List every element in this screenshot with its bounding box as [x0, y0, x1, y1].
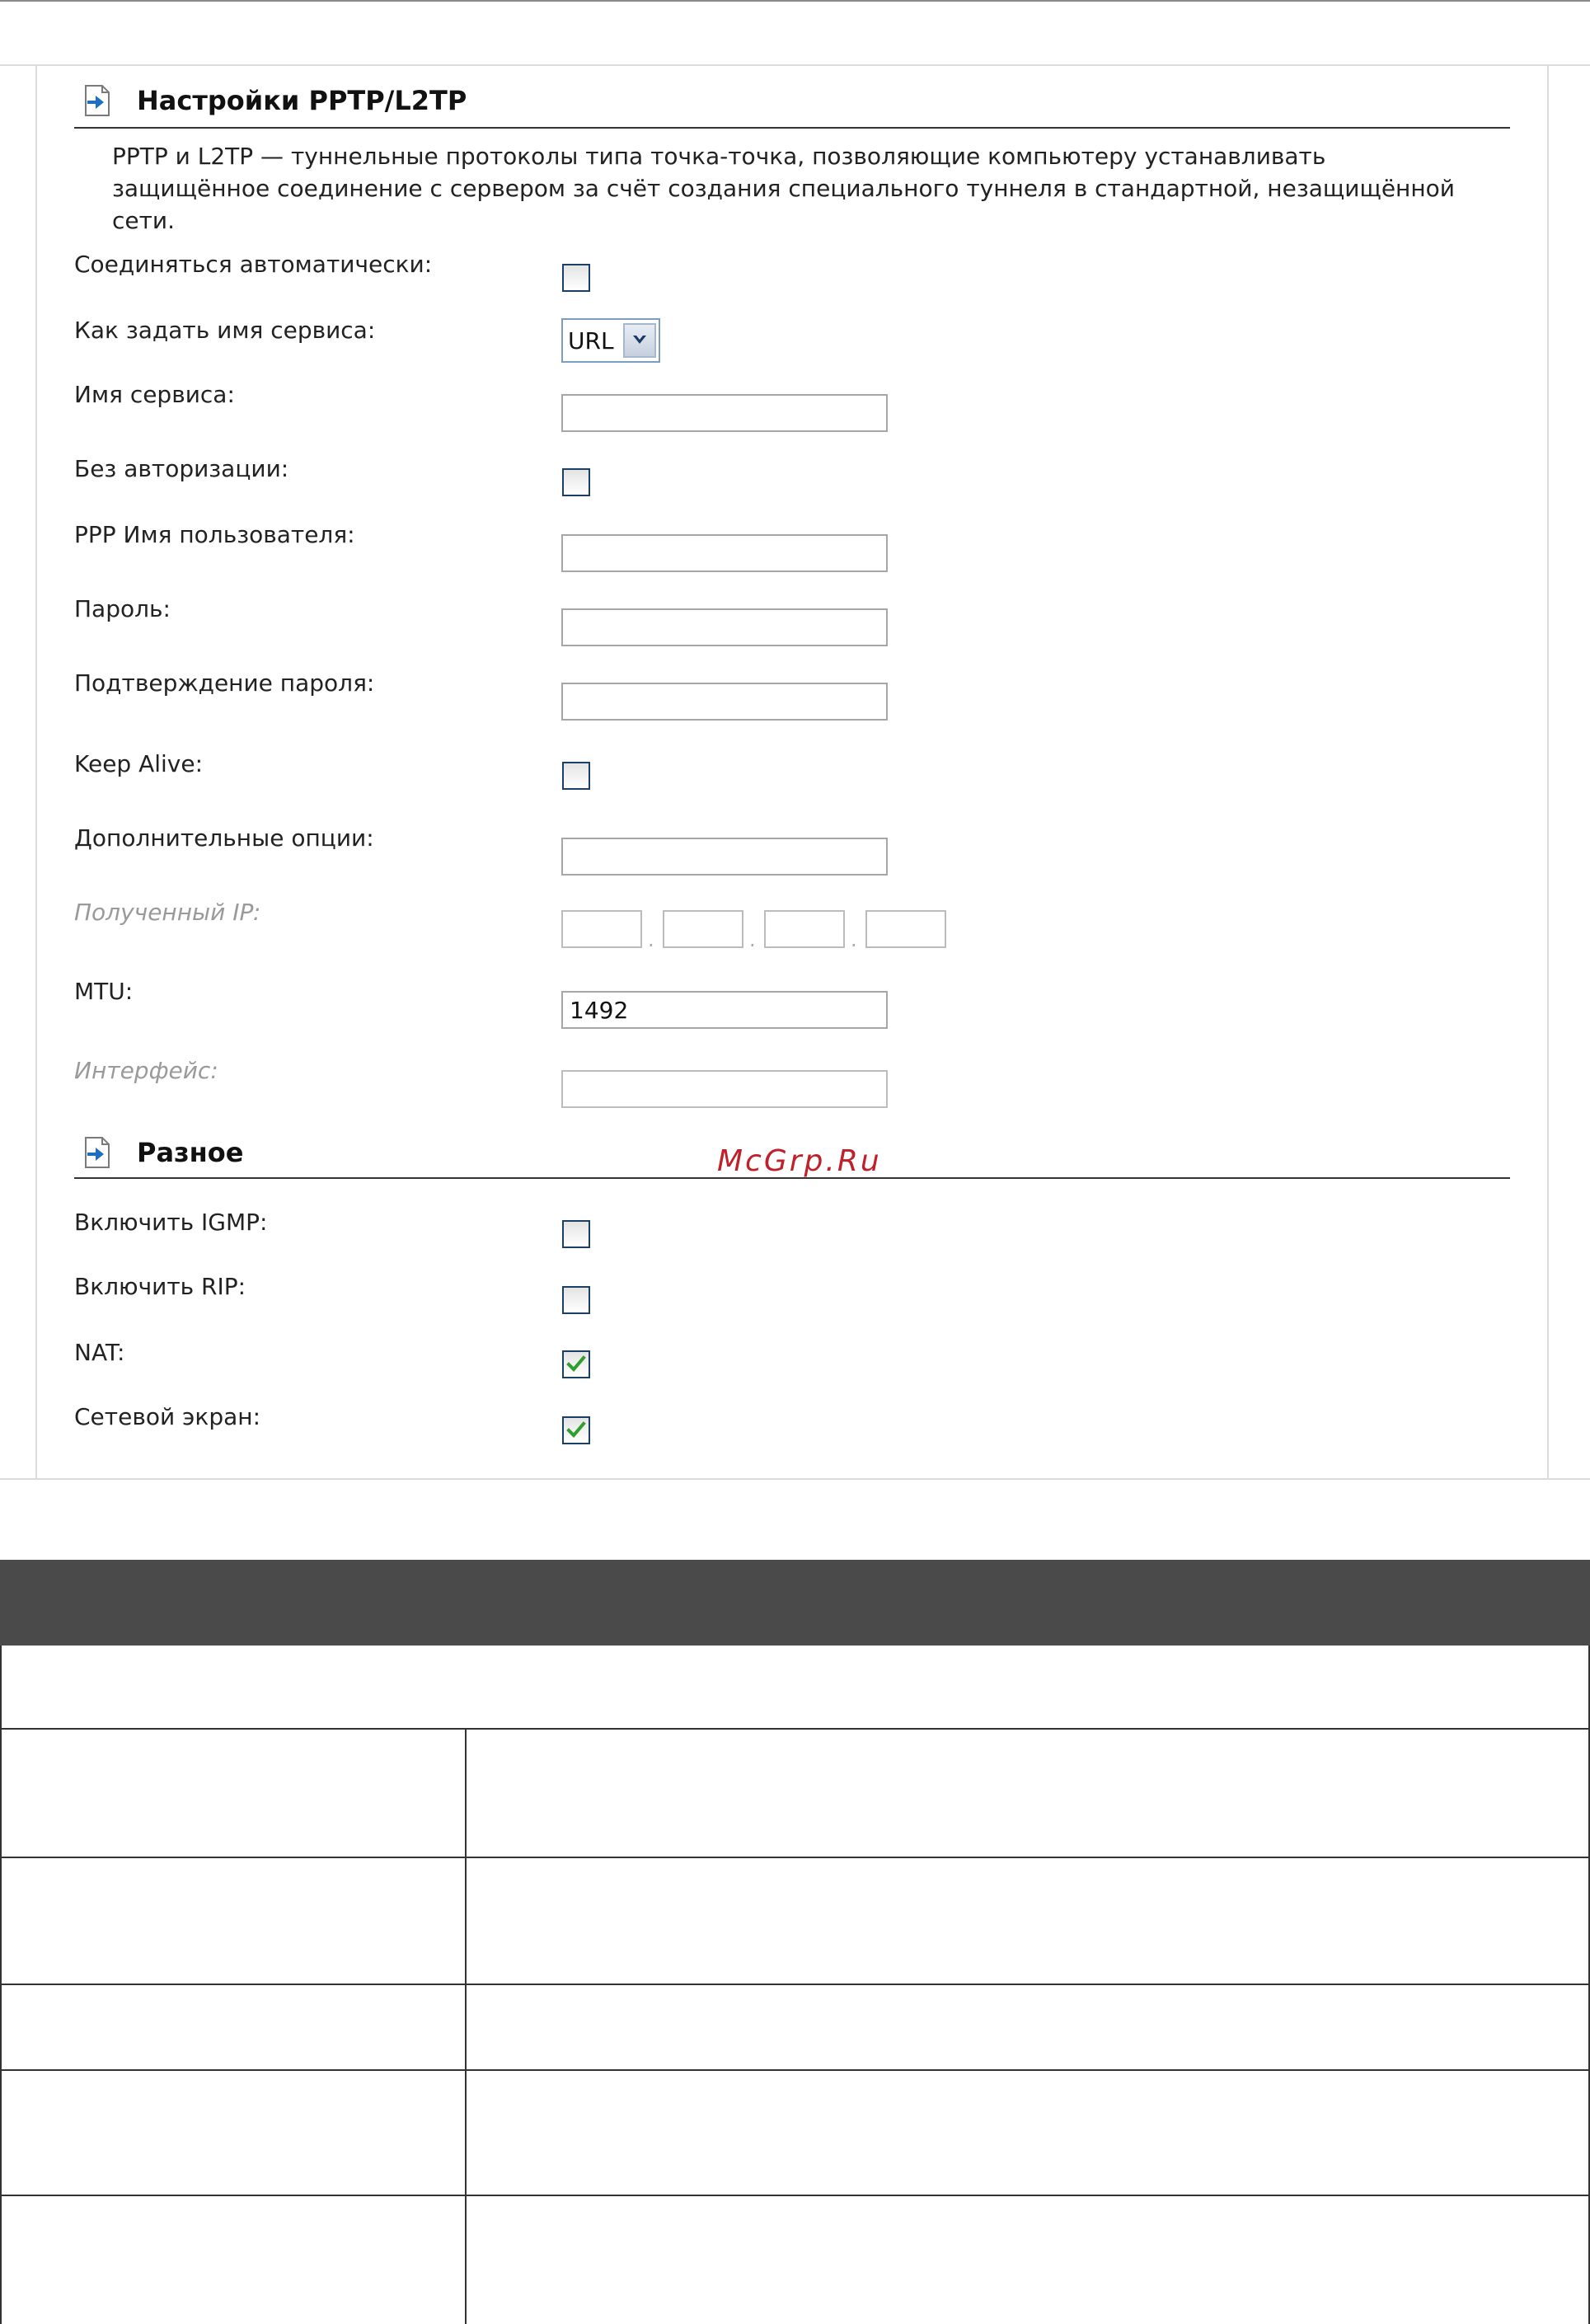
- ppp-username-input[interactable]: [561, 534, 888, 572]
- received-ip-octet-4: [865, 910, 946, 948]
- ppp-username-label: PPP Имя пользователя:: [74, 521, 355, 548]
- table-header-bar: [0, 1560, 1590, 1646]
- service-name-label: Имя сервиса:: [74, 381, 235, 408]
- mtu-input[interactable]: [561, 991, 888, 1029]
- interface-label: Интерфейс:: [74, 1057, 218, 1084]
- table-cell: [2, 2071, 467, 2195]
- top-divider: [0, 0, 1590, 2]
- firewall-label: Сетевой экран:: [74, 1403, 260, 1430]
- received-ip-label: Полученный IP:: [74, 899, 261, 926]
- auto-connect-label: Соединяться автоматически:: [74, 251, 433, 278]
- ip-separator: .: [851, 928, 857, 951]
- ip-separator: .: [749, 928, 756, 951]
- pptp-description: PPTP и L2TP — туннельные протоколы типа …: [112, 143, 1455, 234]
- password-label: Пароль:: [74, 595, 171, 622]
- checkmark-icon: [566, 1355, 586, 1372]
- service-name-method-select[interactable]: URL: [561, 318, 660, 363]
- received-ip-octet-1: [561, 910, 642, 948]
- keep-alive-checkbox[interactable]: [562, 762, 590, 790]
- parameters-table: [0, 1646, 1590, 2324]
- table-cell: [2, 1730, 467, 1857]
- table-row: [2, 1985, 1590, 2071]
- service-name-input[interactable]: [561, 394, 888, 432]
- page-arrow-icon: [82, 1136, 112, 1169]
- password-confirm-label: Подтверждение пароля:: [74, 669, 375, 697]
- no-auth-checkbox[interactable]: [562, 468, 590, 496]
- table-cell: [2, 2196, 467, 2324]
- igmp-checkbox[interactable]: [562, 1220, 590, 1248]
- table-cell: [2, 1985, 467, 2069]
- table-row: [2, 1858, 1590, 1985]
- password-input[interactable]: [561, 608, 888, 646]
- page-arrow-icon: [82, 84, 112, 117]
- no-auth-label: Без авторизации:: [74, 455, 289, 482]
- pptp-section-divider: [74, 127, 1510, 129]
- ip-separator: .: [648, 928, 654, 951]
- table-row: [2, 2071, 1590, 2196]
- rip-label: Включить RIP:: [74, 1273, 246, 1300]
- nat-label: NAT:: [74, 1339, 125, 1366]
- misc-section-title: Разное: [137, 1137, 244, 1168]
- nat-checkbox[interactable]: [562, 1350, 590, 1378]
- firewall-checkbox[interactable]: [562, 1416, 590, 1444]
- table-row: [2, 2196, 1590, 2324]
- extra-options-input[interactable]: [561, 838, 888, 876]
- checkmark-icon: [566, 1421, 586, 1438]
- password-confirm-input[interactable]: [561, 683, 888, 721]
- extra-options-label: Дополнительные опции:: [74, 824, 374, 852]
- interface-input: [561, 1070, 888, 1108]
- mtu-label: MTU:: [74, 978, 134, 1005]
- igmp-label: Включить IGMP:: [74, 1209, 268, 1236]
- received-ip-octet-3: [764, 910, 845, 948]
- service-name-method-label: Как задать имя сервиса:: [74, 317, 376, 344]
- rip-checkbox[interactable]: [562, 1286, 590, 1314]
- table-cell: [2, 1858, 467, 1984]
- chevron-down-icon[interactable]: [623, 323, 656, 358]
- table-row: [2, 1646, 1590, 1730]
- watermark: McGrp.Ru: [717, 1144, 882, 1178]
- received-ip-octet-2: [663, 910, 743, 948]
- table-row: [2, 1730, 1590, 1858]
- service-name-method-value: URL: [568, 327, 614, 354]
- auto-connect-checkbox[interactable]: [562, 264, 590, 292]
- pptp-section-title: Настройки PPTP/L2TP: [137, 85, 467, 116]
- keep-alive-label: Keep Alive:: [74, 750, 204, 777]
